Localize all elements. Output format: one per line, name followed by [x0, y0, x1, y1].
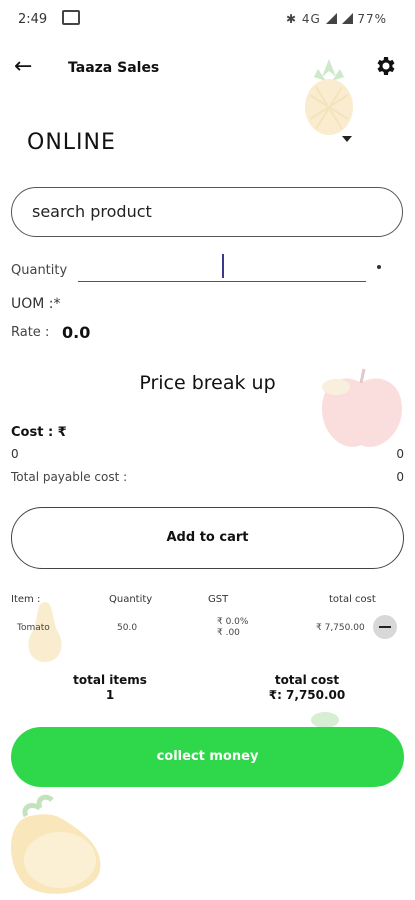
total-items-label: total items	[73, 673, 147, 687]
signal-icon	[325, 13, 337, 24]
search-placeholder: search product	[32, 202, 152, 221]
bluetooth-icon: ✱	[286, 12, 298, 26]
cost-label: Cost : ₹	[11, 425, 67, 440]
back-arrow-icon[interactable]: ←	[14, 56, 32, 78]
status-right: ✱ 4G 77%	[286, 12, 387, 26]
settings-gear-icon[interactable]	[373, 54, 397, 78]
total-payable-value: 0	[396, 470, 404, 484]
add-to-cart-label: Add to cart	[166, 530, 249, 545]
cost-value-left: 0	[11, 447, 19, 461]
status-time: 2:49	[18, 12, 48, 27]
collect-money-label: collect money	[156, 749, 259, 764]
column-header-quantity: Quantity	[109, 594, 153, 605]
network-label: 4G	[301, 12, 321, 26]
add-to-cart-button[interactable]: Add to cart	[11, 507, 404, 569]
column-header-total-cost: total cost	[329, 594, 376, 605]
total-cost-value: ₹: 7,750.00	[268, 688, 346, 702]
cart-item-quantity: 50.0	[117, 623, 138, 633]
cart-item-gst-amount: ₹ .00	[217, 628, 240, 638]
signal-icon-2	[341, 13, 353, 24]
total-cost-label: total cost	[274, 673, 340, 687]
uom-label: UOM :*	[11, 296, 61, 312]
column-header-item: Item :	[11, 594, 41, 605]
rate-value: 0.0	[62, 323, 91, 342]
dropdown-caret-icon[interactable]	[342, 136, 352, 142]
message-icon	[62, 10, 80, 25]
pineapple-icon	[305, 59, 353, 135]
collect-money-button[interactable]: collect money	[11, 727, 404, 787]
cost-value-right: 0	[396, 447, 404, 461]
search-input[interactable]: search product	[11, 187, 403, 237]
status-bar: 2:49 ✱ 4G 77%	[0, 0, 415, 40]
total-payable-label: Total payable cost :	[11, 470, 128, 484]
payment-mode-select[interactable]: ONLINE	[27, 130, 116, 155]
battery-level: 77%	[357, 12, 387, 26]
text-cursor	[222, 254, 224, 278]
cart-item-gst-percent: ₹ 0.0%	[217, 617, 249, 627]
total-items-value: 1	[105, 688, 115, 702]
remove-item-icon[interactable]	[373, 615, 397, 639]
price-breakup-title: Price break up	[139, 372, 276, 394]
column-header-gst: GST	[208, 594, 229, 605]
rate-label: Rate :	[11, 325, 50, 340]
mango-icon	[11, 794, 101, 894]
cart-item-name: Tomato	[17, 623, 50, 633]
quantity-field[interactable]	[78, 281, 366, 282]
page-title: Taaza Sales	[68, 60, 160, 76]
quantity-label: Quantity	[11, 263, 68, 278]
cart-item-total-cost: ₹ 7,750.00	[316, 623, 365, 633]
required-marker	[377, 265, 381, 269]
